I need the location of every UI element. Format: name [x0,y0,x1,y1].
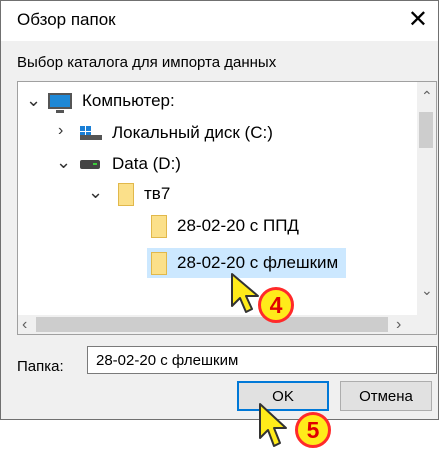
title-bar: Обзор папок ✕ [1,1,438,41]
tree-item-label: Data (D:) [112,154,181,173]
tree-item-folder-ppd[interactable]: 28-02-20 с ППД [151,212,299,240]
tree-item-label: Локальный диск (C:) [112,123,273,142]
tree-item-data-drive[interactable]: Data (D:) [80,150,181,178]
folder-icon [151,214,167,238]
tree-item-folder-tv7[interactable]: тв7 [118,180,170,208]
pointer-cursor-icon [259,403,287,447]
scroll-left-icon[interactable]: ‹ [22,316,27,334]
tree-item-computer[interactable]: Компьютер: [48,87,175,115]
dialog-title: Обзор папок [17,10,116,29]
chevron-down-icon[interactable]: ⌄ [26,90,41,111]
vertical-scroll-thumb[interactable] [419,112,433,148]
scroll-right-icon[interactable]: › [396,316,401,334]
folder-tree[interactable]: ⌄ Компьютер: › Локальный диск (C:) ⌄ Dat… [17,81,437,335]
dialog-description: Выбор каталога для импорта данных [17,54,277,71]
tree-item-label: 28-02-20 с ППД [177,216,299,235]
chevron-down-icon[interactable]: ⌄ [56,152,71,173]
drive-icon [80,159,100,169]
folder-field-label: Папка: [17,358,64,375]
step-marker-5: 5 [295,412,331,448]
vertical-scrollbar[interactable]: ⌃ ⌄ [417,82,436,315]
computer-icon [48,93,72,113]
folder-icon [151,251,167,275]
horizontal-scroll-thumb[interactable] [36,317,388,332]
chevron-right-icon[interactable]: › [58,122,63,140]
browse-folder-dialog: Обзор папок ✕ Выбор каталога для импорта… [0,0,439,420]
scroll-up-icon[interactable]: ⌃ [421,88,433,105]
step-marker-4: 4 [258,287,294,323]
tree-item-local-disk[interactable]: Локальный диск (C:) [80,119,273,147]
tree-item-label: тв7 [144,184,171,203]
chevron-down-icon[interactable]: ⌄ [88,182,103,203]
tree-item-label: Компьютер: [82,91,175,110]
folder-path-input[interactable] [87,346,437,374]
folder-icon [118,182,134,206]
horizontal-scrollbar[interactable]: ‹ › [18,315,436,334]
cancel-button[interactable]: Отмена [340,381,432,411]
scroll-down-icon[interactable]: ⌄ [421,282,433,299]
close-icon[interactable]: ✕ [408,5,428,34]
local-disk-icon [80,126,102,140]
